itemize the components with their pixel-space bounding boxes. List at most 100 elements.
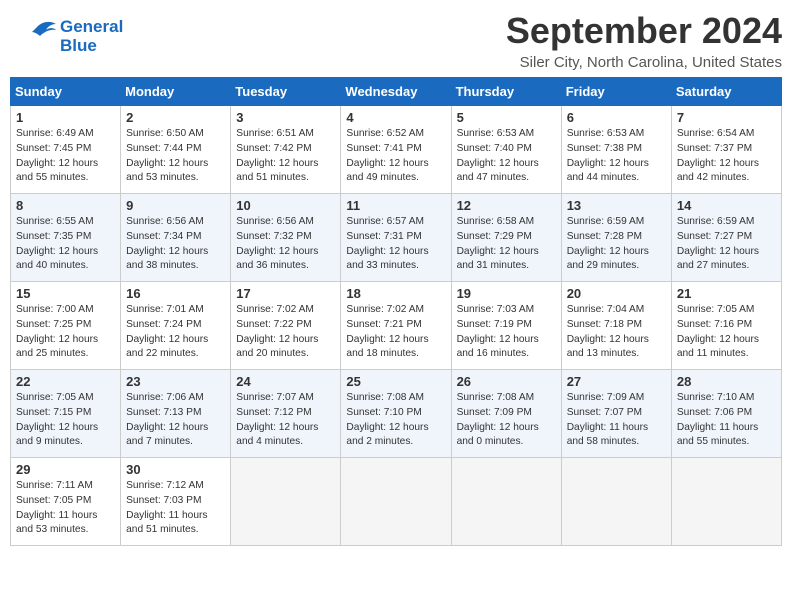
- title-area: September 2024 Siler City, North Carolin…: [506, 10, 782, 71]
- calendar-cell: [341, 458, 451, 546]
- day-number: 12: [457, 198, 556, 213]
- calendar-cell: 7 Sunrise: 6:54 AMSunset: 7:37 PMDayligh…: [671, 106, 781, 194]
- calendar-week-row: 22 Sunrise: 7:05 AMSunset: 7:15 PMDaylig…: [11, 370, 782, 458]
- cell-content: Sunrise: 6:56 AMSunset: 7:32 PMDaylight:…: [236, 215, 335, 274]
- cell-content: Sunrise: 7:11 AMSunset: 7:05 PMDaylight:…: [16, 479, 115, 538]
- day-number: 7: [677, 110, 776, 125]
- calendar-cell: 22 Sunrise: 7:05 AMSunset: 7:15 PMDaylig…: [11, 370, 121, 458]
- calendar-cell: 4 Sunrise: 6:52 AMSunset: 7:41 PMDayligh…: [341, 106, 451, 194]
- day-number: 17: [236, 286, 335, 301]
- calendar-cell: 24 Sunrise: 7:07 AMSunset: 7:12 PMDaylig…: [231, 370, 341, 458]
- calendar-week-row: 8 Sunrise: 6:55 AMSunset: 7:35 PMDayligh…: [11, 194, 782, 282]
- calendar-cell: 14 Sunrise: 6:59 AMSunset: 7:27 PMDaylig…: [671, 194, 781, 282]
- cell-content: Sunrise: 7:04 AMSunset: 7:18 PMDaylight:…: [567, 303, 666, 362]
- cell-content: Sunrise: 7:02 AMSunset: 7:21 PMDaylight:…: [346, 303, 445, 362]
- cell-content: Sunrise: 6:53 AMSunset: 7:40 PMDaylight:…: [457, 127, 556, 186]
- day-number: 30: [126, 462, 225, 477]
- cell-content: Sunrise: 7:01 AMSunset: 7:24 PMDaylight:…: [126, 303, 225, 362]
- day-number: 5: [457, 110, 556, 125]
- calendar-cell: 23 Sunrise: 7:06 AMSunset: 7:13 PMDaylig…: [121, 370, 231, 458]
- day-number: 11: [346, 198, 445, 213]
- logo-general: General: [60, 17, 123, 36]
- calendar-week-row: 1 Sunrise: 6:49 AMSunset: 7:45 PMDayligh…: [11, 106, 782, 194]
- logo-blue: Blue: [60, 37, 123, 56]
- cell-content: Sunrise: 6:53 AMSunset: 7:38 PMDaylight:…: [567, 127, 666, 186]
- cell-content: Sunrise: 6:52 AMSunset: 7:41 PMDaylight:…: [346, 127, 445, 186]
- calendar-cell: 5 Sunrise: 6:53 AMSunset: 7:40 PMDayligh…: [451, 106, 561, 194]
- day-number: 21: [677, 286, 776, 301]
- day-number: 16: [126, 286, 225, 301]
- calendar-cell: 2 Sunrise: 6:50 AMSunset: 7:44 PMDayligh…: [121, 106, 231, 194]
- calendar-cell: 8 Sunrise: 6:55 AMSunset: 7:35 PMDayligh…: [11, 194, 121, 282]
- day-number: 6: [567, 110, 666, 125]
- day-number: 13: [567, 198, 666, 213]
- col-tuesday: Tuesday: [231, 78, 341, 106]
- calendar-cell: 11 Sunrise: 6:57 AMSunset: 7:31 PMDaylig…: [341, 194, 451, 282]
- calendar-week-row: 29 Sunrise: 7:11 AMSunset: 7:05 PMDaylig…: [11, 458, 782, 546]
- day-number: 3: [236, 110, 335, 125]
- cell-content: Sunrise: 6:59 AMSunset: 7:28 PMDaylight:…: [567, 215, 666, 274]
- calendar-cell: 12 Sunrise: 6:58 AMSunset: 7:29 PMDaylig…: [451, 194, 561, 282]
- calendar-cell: 28 Sunrise: 7:10 AMSunset: 7:06 PMDaylig…: [671, 370, 781, 458]
- cell-content: Sunrise: 6:55 AMSunset: 7:35 PMDaylight:…: [16, 215, 115, 274]
- calendar-cell: 6 Sunrise: 6:53 AMSunset: 7:38 PMDayligh…: [561, 106, 671, 194]
- calendar-cell: 25 Sunrise: 7:08 AMSunset: 7:10 PMDaylig…: [341, 370, 451, 458]
- col-saturday: Saturday: [671, 78, 781, 106]
- logo-icon: [10, 18, 58, 56]
- day-number: 10: [236, 198, 335, 213]
- day-number: 22: [16, 374, 115, 389]
- cell-content: Sunrise: 6:57 AMSunset: 7:31 PMDaylight:…: [346, 215, 445, 274]
- cell-content: Sunrise: 6:49 AMSunset: 7:45 PMDaylight:…: [16, 127, 115, 186]
- cell-content: Sunrise: 6:50 AMSunset: 7:44 PMDaylight:…: [126, 127, 225, 186]
- calendar-table: Sunday Monday Tuesday Wednesday Thursday…: [10, 77, 782, 546]
- cell-content: Sunrise: 7:00 AMSunset: 7:25 PMDaylight:…: [16, 303, 115, 362]
- day-number: 1: [16, 110, 115, 125]
- calendar-cell: 18 Sunrise: 7:02 AMSunset: 7:21 PMDaylig…: [341, 282, 451, 370]
- day-number: 27: [567, 374, 666, 389]
- calendar-cell: 21 Sunrise: 7:05 AMSunset: 7:16 PMDaylig…: [671, 282, 781, 370]
- calendar-cell: 30 Sunrise: 7:12 AMSunset: 7:03 PMDaylig…: [121, 458, 231, 546]
- calendar-week-row: 15 Sunrise: 7:00 AMSunset: 7:25 PMDaylig…: [11, 282, 782, 370]
- calendar-cell: 29 Sunrise: 7:11 AMSunset: 7:05 PMDaylig…: [11, 458, 121, 546]
- calendar-cell: 27 Sunrise: 7:09 AMSunset: 7:07 PMDaylig…: [561, 370, 671, 458]
- calendar-cell: 10 Sunrise: 6:56 AMSunset: 7:32 PMDaylig…: [231, 194, 341, 282]
- cell-content: Sunrise: 7:02 AMSunset: 7:22 PMDaylight:…: [236, 303, 335, 362]
- col-sunday: Sunday: [11, 78, 121, 106]
- calendar-cell: 1 Sunrise: 6:49 AMSunset: 7:45 PMDayligh…: [11, 106, 121, 194]
- day-number: 26: [457, 374, 556, 389]
- calendar-cell: 15 Sunrise: 7:00 AMSunset: 7:25 PMDaylig…: [11, 282, 121, 370]
- calendar-cell: 13 Sunrise: 6:59 AMSunset: 7:28 PMDaylig…: [561, 194, 671, 282]
- calendar-cell: 16 Sunrise: 7:01 AMSunset: 7:24 PMDaylig…: [121, 282, 231, 370]
- col-thursday: Thursday: [451, 78, 561, 106]
- calendar-header-row: Sunday Monday Tuesday Wednesday Thursday…: [11, 78, 782, 106]
- location-subtitle: Siler City, North Carolina, United State…: [506, 54, 782, 71]
- cell-content: Sunrise: 7:06 AMSunset: 7:13 PMDaylight:…: [126, 391, 225, 450]
- calendar-cell: [561, 458, 671, 546]
- day-number: 4: [346, 110, 445, 125]
- cell-content: Sunrise: 7:03 AMSunset: 7:19 PMDaylight:…: [457, 303, 556, 362]
- col-friday: Friday: [561, 78, 671, 106]
- calendar-cell: 20 Sunrise: 7:04 AMSunset: 7:18 PMDaylig…: [561, 282, 671, 370]
- col-wednesday: Wednesday: [341, 78, 451, 106]
- cell-content: Sunrise: 6:59 AMSunset: 7:27 PMDaylight:…: [677, 215, 776, 274]
- cell-content: Sunrise: 7:10 AMSunset: 7:06 PMDaylight:…: [677, 391, 776, 450]
- cell-content: Sunrise: 6:51 AMSunset: 7:42 PMDaylight:…: [236, 127, 335, 186]
- cell-content: Sunrise: 7:05 AMSunset: 7:15 PMDaylight:…: [16, 391, 115, 450]
- calendar-cell: [671, 458, 781, 546]
- day-number: 28: [677, 374, 776, 389]
- day-number: 15: [16, 286, 115, 301]
- cell-content: Sunrise: 6:58 AMSunset: 7:29 PMDaylight:…: [457, 215, 556, 274]
- calendar-cell: 3 Sunrise: 6:51 AMSunset: 7:42 PMDayligh…: [231, 106, 341, 194]
- day-number: 20: [567, 286, 666, 301]
- cell-content: Sunrise: 7:05 AMSunset: 7:16 PMDaylight:…: [677, 303, 776, 362]
- month-title: September 2024: [506, 10, 782, 52]
- day-number: 19: [457, 286, 556, 301]
- day-number: 9: [126, 198, 225, 213]
- day-number: 18: [346, 286, 445, 301]
- cell-content: Sunrise: 7:09 AMSunset: 7:07 PMDaylight:…: [567, 391, 666, 450]
- logo: General Blue: [10, 18, 123, 56]
- day-number: 25: [346, 374, 445, 389]
- day-number: 14: [677, 198, 776, 213]
- cell-content: Sunrise: 7:08 AMSunset: 7:09 PMDaylight:…: [457, 391, 556, 450]
- day-number: 29: [16, 462, 115, 477]
